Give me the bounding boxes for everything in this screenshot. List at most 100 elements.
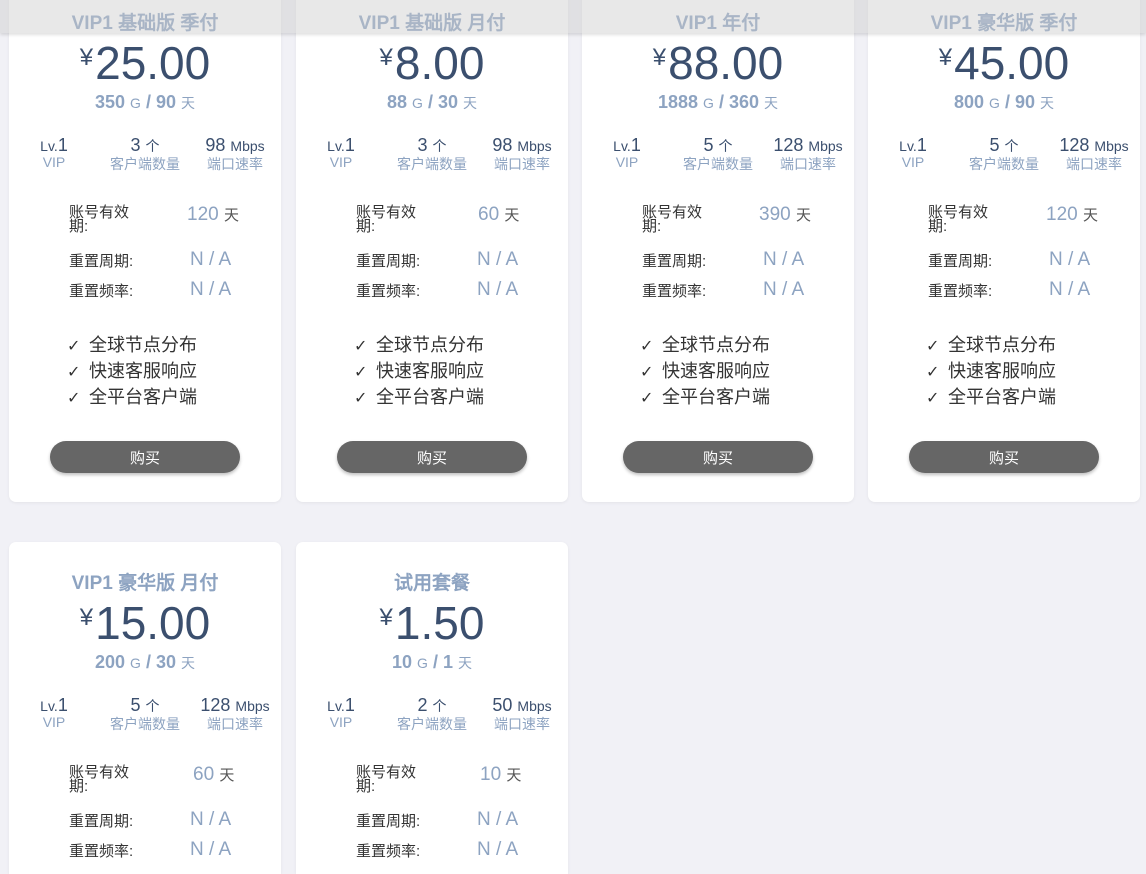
lv-prefix: Lv. <box>327 138 345 154</box>
speed-stat: 128 Mbps 端口速率 <box>1049 135 1139 174</box>
day-unit: 天 <box>1040 95 1054 111</box>
reset-period-value: N / A <box>1049 249 1091 270</box>
traffic-amount: 10 <box>392 652 413 672</box>
plan-card: VIP1 年付 ¥88.00 1888 G / 360 天 Lv.1 VIP 5 … <box>582 0 854 502</box>
client-label: 客户端数量 <box>397 156 467 172</box>
plans-grid: VIP1 基础版 季付 ¥25.00 350 G / 90 天 Lv.1 VIP … <box>0 0 1146 874</box>
speed-value: 128 <box>200 695 231 715</box>
validity-label: 账号有效期: <box>69 204 130 235</box>
speed-value: 50 <box>492 695 513 715</box>
validity-value: 60 天 <box>193 764 235 785</box>
plan-price: ¥1.50 <box>296 596 568 650</box>
price-amount: 88.00 <box>668 37 784 89</box>
check-icon: ✓ <box>926 338 940 355</box>
price-amount: 1.50 <box>394 597 485 649</box>
validity-value: 120 天 <box>187 204 239 225</box>
plan-price: ¥45.00 <box>868 36 1140 90</box>
speed-unit: Mbps <box>517 138 552 154</box>
feature-item: ✓ 全平台客户端 <box>926 384 1056 410</box>
vip-label: VIP <box>901 154 925 170</box>
traffic-unit: G <box>417 655 428 671</box>
day-unit: 天 <box>457 655 472 671</box>
validity-label: 账号有效期: <box>928 204 989 235</box>
client-label: 客户端数量 <box>110 156 180 172</box>
plan-card: VIP1 豪华版 季付 ¥45.00 800 G / 90 天 Lv.1 VIP … <box>868 0 1140 502</box>
plan-title: VIP1 基础版 季付 <box>71 13 219 34</box>
client-label: 客户端数量 <box>110 716 180 732</box>
level-stat: Lv.1 VIP <box>296 135 386 170</box>
speed-unit: Mbps <box>1094 138 1129 154</box>
check-icon: ✓ <box>354 338 368 355</box>
reset-period-label: 重置周期: <box>928 253 993 270</box>
plan-price: ¥8.00 <box>296 36 568 90</box>
validity-label: 账号有效期: <box>69 764 130 795</box>
reset-freq-value: N / A <box>190 839 232 860</box>
vip-label: VIP <box>42 154 66 170</box>
traffic-unit: G <box>989 95 1000 111</box>
speed-label: 端口速率 <box>780 156 836 172</box>
plan-card: VIP1 基础版 季付 ¥25.00 350 G / 90 天 Lv.1 VIP … <box>9 0 281 502</box>
client-stat: 5 个客户端数量 <box>100 695 190 734</box>
client-stat: 5 个客户端数量 <box>959 135 1049 174</box>
speed-label: 端口速率 <box>494 716 550 732</box>
feature-item: ✓ 全平台客户端 <box>640 384 770 410</box>
traffic-amount: 200 <box>94 652 126 672</box>
price-amount: 25.00 <box>95 37 211 89</box>
plan-quota: 200 G / 30 天 <box>94 652 195 672</box>
plan-title: VIP1 豪华版 月付 <box>71 573 219 594</box>
vip-label: VIP <box>615 154 639 170</box>
currency-symbol: ¥ <box>938 44 953 71</box>
plan-price: ¥88.00 <box>582 36 854 90</box>
speed-stat: 128 Mbps 端口速率 <box>190 695 280 734</box>
currency-symbol: ¥ <box>79 44 94 71</box>
client-stat: 3 个客户端数量 <box>387 135 477 174</box>
reset-period-label: 重置周期: <box>356 253 421 270</box>
plan-quota: 10 G / 1 天 <box>392 652 472 672</box>
duration-days: 30 <box>155 652 176 672</box>
buy-button[interactable]: 购买 <box>909 441 1099 473</box>
client-unit: 个 <box>145 138 160 154</box>
duration-days: 90 <box>1014 92 1035 112</box>
client-stat: 2 个客户端数量 <box>387 695 477 734</box>
speed-value: 128 <box>1059 135 1090 155</box>
traffic-unit: G <box>412 95 423 111</box>
price-amount: 8.00 <box>394 37 485 89</box>
reset-freq-label: 重置频率: <box>356 283 421 300</box>
client-unit: 个 <box>1004 138 1019 154</box>
feature-item: ✓ 快速客服响应 <box>354 358 484 384</box>
level-stat: Lv.1 VIP <box>9 135 99 170</box>
feature-list: ✓ 全球节点分布 ✓ 快速客服响应 ✓ 全平台客户端 <box>67 332 197 410</box>
check-icon: ✓ <box>640 338 654 355</box>
speed-unit: Mbps <box>808 138 843 154</box>
feature-item: ✓ 全球节点分布 <box>640 332 770 358</box>
duration-days: 1 <box>442 652 453 672</box>
reset-freq-value: N / A <box>477 839 519 860</box>
reset-period-label: 重置周期: <box>69 253 134 270</box>
reset-freq-label: 重置频率: <box>69 283 134 300</box>
reset-period-value: N / A <box>763 249 805 270</box>
speed-unit: Mbps <box>517 698 552 714</box>
reset-period-label: 重置周期: <box>642 253 707 270</box>
buy-button[interactable]: 购买 <box>337 441 527 473</box>
day-unit: 天 <box>764 95 779 111</box>
plan-title: VIP1 豪华版 季付 <box>930 13 1078 34</box>
buy-button[interactable]: 购买 <box>50 441 240 473</box>
currency-symbol: ¥ <box>79 604 94 631</box>
client-unit: 个 <box>718 138 733 154</box>
client-label: 客户端数量 <box>397 716 467 732</box>
duration-days: 360 <box>728 92 759 112</box>
level-stat: Lv.1 VIP <box>582 135 672 170</box>
feature-item: ✓ 全球节点分布 <box>354 332 484 358</box>
reset-freq-label: 重置频率: <box>642 283 707 300</box>
buy-button[interactable]: 购买 <box>623 441 813 473</box>
client-label: 客户端数量 <box>683 156 753 172</box>
reset-period-value: N / A <box>190 809 232 830</box>
speed-label: 端口速率 <box>494 156 550 172</box>
plan-title: VIP1 年付 <box>675 13 761 34</box>
check-icon: ✓ <box>926 390 940 407</box>
lv-prefix: Lv. <box>327 698 345 714</box>
vip-label: VIP <box>329 154 353 170</box>
plan-title: VIP1 基础版 月付 <box>358 13 506 34</box>
traffic-unit: G <box>703 95 714 111</box>
check-icon: ✓ <box>67 338 81 355</box>
